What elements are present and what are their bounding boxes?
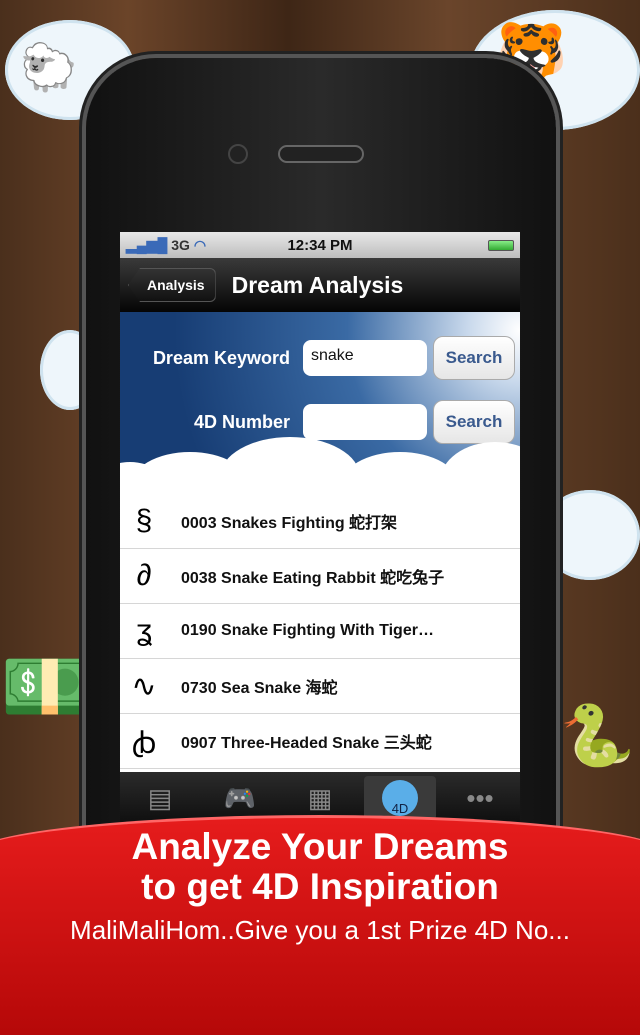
tab-document[interactable]: ▤: [124, 776, 196, 820]
speaker: [278, 145, 364, 163]
snake-tiger-icon: ʓ: [135, 614, 153, 647]
document-icon: ▤: [147, 782, 173, 813]
4d-pie-icon: 4D: [382, 780, 418, 816]
search-panel: Dream Keyword snake Search 4D Number Sea…: [120, 312, 520, 522]
item-title: 0038 Snake Eating Rabbit 蛇吃兔子: [181, 570, 445, 587]
number-search-button[interactable]: Search: [433, 400, 515, 444]
snake-illustration: 🐍: [560, 702, 635, 769]
sea-snake-icon: ∿: [131, 669, 157, 703]
calendar-icon: ▦: [307, 782, 333, 813]
banner-line2: to get 4D Inspiration: [141, 866, 499, 907]
results-list: § 0003 Snakes Fighting 蛇打架 ∂ 0038 Snake Eat…: [120, 494, 520, 769]
three-headed-snake-icon: ꞗ: [131, 726, 157, 760]
number-input[interactable]: [303, 404, 427, 440]
status-bar: ▂▄▆█ 3G ◠ 12:34 PM: [120, 232, 520, 258]
more-icon: •••: [466, 782, 494, 813]
money-illustration: 💵: [0, 642, 100, 731]
item-title: 0730 Sea Snake 海蛇: [181, 680, 338, 697]
banner-line1: Analyze Your Dreams: [131, 826, 509, 867]
tab-gamepad[interactable]: 🎮: [204, 776, 276, 820]
list-item[interactable]: ʓ 0190 Snake Fighting With Tiger…: [120, 604, 520, 659]
clock: 12:34 PM: [287, 236, 353, 254]
item-title: 0003 Snakes Fighting 蛇打架: [181, 515, 398, 532]
item-title: 0907 Three-Headed Snake 三头蛇: [181, 735, 432, 752]
keyword-input[interactable]: snake: [303, 340, 427, 376]
banner-line3: MaliMaliHom..Give you a 1st Prize 4D No.…: [70, 915, 570, 945]
item-title: 0190 Snake Fighting With Tiger…: [181, 622, 434, 639]
gamepad-icon: 🎮: [223, 782, 257, 813]
snake-rabbit-icon: ∂: [136, 559, 152, 592]
tab-calendar[interactable]: ▦: [284, 776, 356, 820]
camera: [228, 144, 248, 164]
tab-4d-pie[interactable]: 4D: [364, 776, 436, 820]
list-item[interactable]: ∂ 0038 Snake Eating Rabbit 蛇吃兔子: [120, 549, 520, 604]
page-title: Dream Analysis: [231, 271, 404, 298]
snakes-fighting-icon: §: [135, 504, 153, 537]
keyword-search-button[interactable]: Search: [433, 336, 515, 380]
list-item[interactable]: § 0003 Snakes Fighting 蛇打架: [120, 494, 520, 549]
number-label: 4D Number: [193, 411, 290, 432]
navigation-bar: Analysis Dream Analysis: [120, 258, 520, 312]
app-screen: ▂▄▆█ 3G ◠ 12:34 PM Analysis Dream Analys…: [120, 232, 520, 832]
back-button[interactable]: Analysis: [128, 268, 216, 302]
tab-more[interactable]: •••: [444, 776, 516, 820]
keyword-label: Dream Keyword: [152, 347, 290, 368]
sheep-illustration: 🐑: [20, 41, 78, 93]
list-item[interactable]: ꞗ 0907 Three-Headed Snake 三头蛇: [120, 714, 520, 769]
list-item[interactable]: ∿ 0730 Sea Snake 海蛇: [120, 659, 520, 714]
